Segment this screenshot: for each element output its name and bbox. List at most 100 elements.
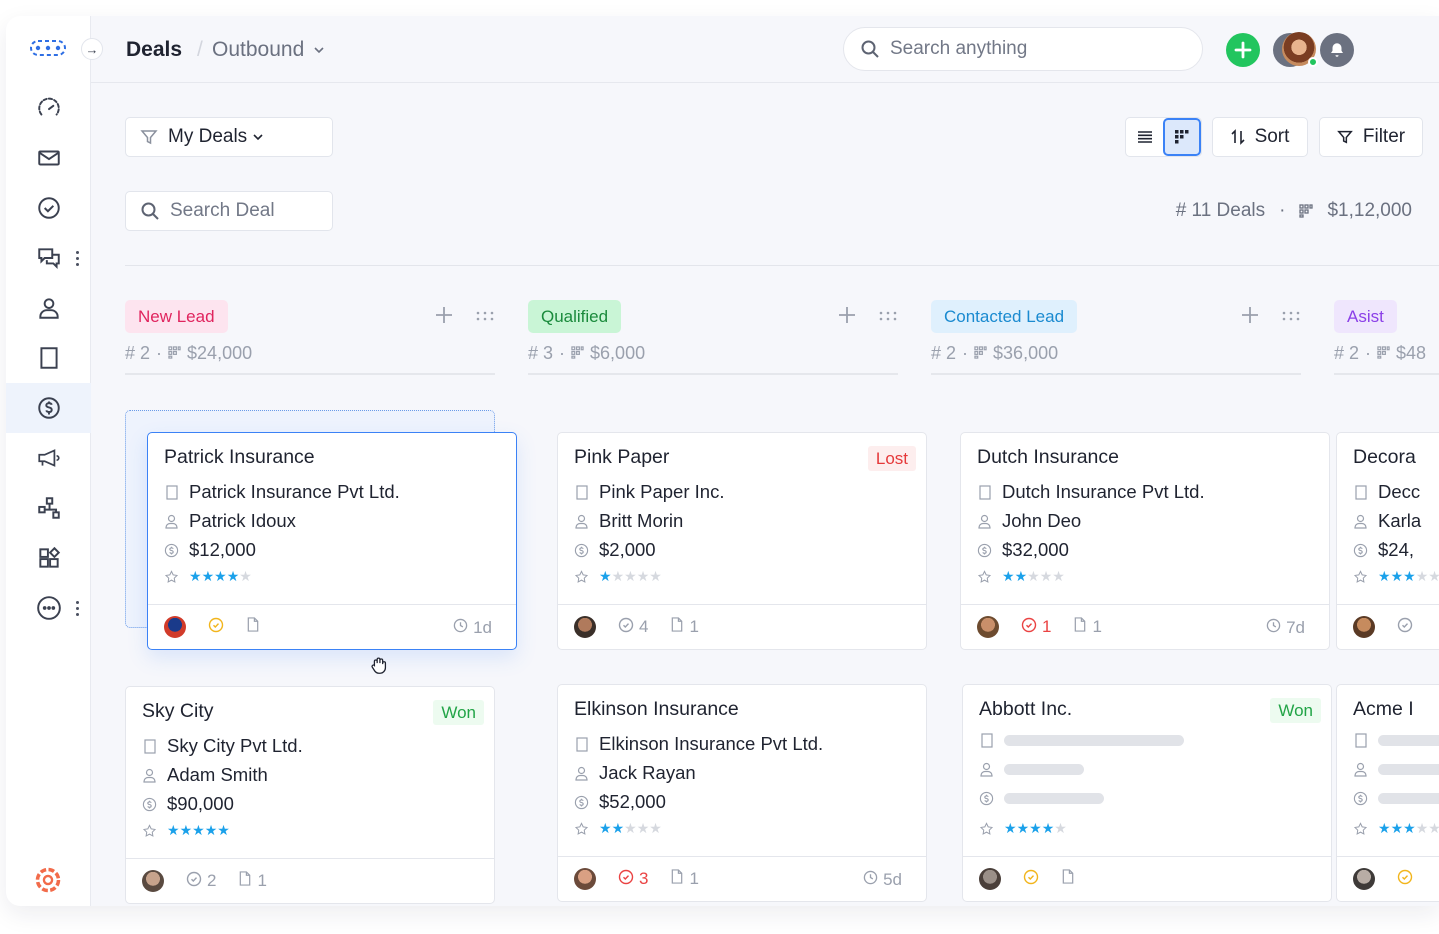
rating-star-icon[interactable]: ★	[189, 568, 202, 585]
owner-avatar[interactable]	[979, 868, 1001, 890]
rating-star-icon[interactable]: ★	[637, 820, 650, 837]
star-rating[interactable]: ★ ★ ★ ★ ★	[1004, 820, 1067, 837]
star-rating[interactable]: ★ ★ ★ ★ ★	[599, 820, 662, 837]
column-drag-handle[interactable]	[475, 309, 495, 327]
rating-star-icon[interactable]: ★	[1416, 568, 1429, 585]
add-button[interactable]	[1226, 33, 1260, 67]
tasks-indicator[interactable]: 1	[1021, 617, 1051, 638]
star-rating[interactable]: ★ ★ ★ ★ ★	[189, 568, 252, 585]
tasks-indicator[interactable]	[1397, 617, 1413, 638]
star-rating[interactable]: ★ ★ ★ ★ ★	[1378, 820, 1439, 837]
add-deal-button[interactable]	[1241, 306, 1259, 329]
rating-star-icon[interactable]: ★	[180, 822, 193, 839]
owner-avatar[interactable]	[574, 868, 596, 890]
collapse-sidebar-button[interactable]: →	[81, 38, 103, 60]
rating-star-icon[interactable]: ★	[599, 568, 612, 585]
search-deal-input[interactable]	[170, 200, 320, 222]
notifications-button[interactable]	[1320, 33, 1354, 67]
add-deal-button[interactable]	[838, 306, 856, 329]
files-indicator[interactable]: 1	[670, 869, 699, 889]
rating-star-icon[interactable]: ★	[624, 820, 637, 837]
stage-tag[interactable]: New Lead	[125, 300, 228, 333]
owner-avatar[interactable]	[574, 616, 596, 638]
sidebar-item-apps[interactable]	[6, 533, 91, 583]
rating-star-icon[interactable]: ★	[167, 822, 180, 839]
files-indicator[interactable]	[1061, 869, 1075, 889]
sidebar-item-campaigns[interactable]	[6, 433, 91, 483]
deal-card[interactable]: Sky City Won Sky City Pvt Ltd. Adam Smith $9…	[125, 686, 495, 904]
rating-star-icon[interactable]: ★	[1416, 820, 1429, 837]
files-indicator[interactable]: 1	[1073, 617, 1102, 637]
rating-star-icon[interactable]: ★	[1391, 820, 1404, 837]
rating-star-icon[interactable]: ★	[1029, 820, 1042, 837]
deal-title[interactable]: Abbott Inc.	[979, 698, 1072, 721]
star-rating[interactable]: ★ ★ ★ ★ ★	[167, 822, 230, 839]
files-indicator[interactable]	[246, 617, 260, 637]
rating-star-icon[interactable]: ★	[205, 822, 218, 839]
rating-star-icon[interactable]: ★	[1054, 820, 1067, 837]
help-lifebuoy-icon[interactable]	[34, 866, 62, 894]
conversations-more-icon[interactable]	[72, 248, 82, 268]
rating-star-icon[interactable]: ★	[1040, 568, 1053, 585]
sidebar-item-mail[interactable]	[6, 133, 91, 183]
list-view-button[interactable]	[1126, 118, 1163, 156]
rating-star-icon[interactable]: ★	[1002, 568, 1015, 585]
global-search[interactable]	[843, 27, 1203, 71]
kanban-view-button[interactable]	[1163, 118, 1201, 156]
rating-star-icon[interactable]: ★	[1027, 568, 1040, 585]
sort-button[interactable]: Sort	[1212, 117, 1308, 157]
deal-title[interactable]: Decora	[1353, 446, 1416, 469]
files-indicator[interactable]: 1	[670, 617, 699, 637]
rating-star-icon[interactable]: ★	[239, 568, 252, 585]
rating-star-icon[interactable]: ★	[227, 568, 240, 585]
search-deal-field[interactable]	[125, 191, 333, 231]
sidebar-item-deals[interactable]	[6, 383, 91, 433]
star-rating[interactable]: ★ ★ ★ ★ ★	[1378, 568, 1439, 585]
sidebar-item-contacts[interactable]	[6, 283, 91, 333]
owner-avatar[interactable]	[1353, 868, 1375, 890]
deal-card[interactable]: Elkinson Insurance Elkinson Insurance Pvt…	[557, 684, 927, 902]
sidebar-item-accounts[interactable]	[6, 333, 91, 383]
deal-card[interactable]: Pink Paper Lost Pink Paper Inc. Britt Morin…	[557, 432, 927, 650]
sidebar-item-dashboard[interactable]	[6, 83, 91, 133]
owner-avatar[interactable]	[142, 870, 164, 892]
rating-star-icon[interactable]: ★	[612, 820, 625, 837]
column-drag-handle[interactable]	[1281, 309, 1301, 327]
global-search-input[interactable]	[890, 38, 1170, 60]
rating-star-icon[interactable]: ★	[612, 568, 625, 585]
rating-star-icon[interactable]: ★	[214, 568, 227, 585]
rating-star-icon[interactable]: ★	[202, 568, 215, 585]
rating-star-icon[interactable]: ★	[192, 822, 205, 839]
tasks-indicator[interactable]: 3	[618, 869, 648, 890]
app-logo-icon[interactable]	[30, 40, 66, 56]
rating-star-icon[interactable]: ★	[1428, 820, 1439, 837]
sidebar-item-tasks[interactable]	[6, 183, 91, 233]
owner-avatar[interactable]	[977, 616, 999, 638]
tasks-indicator[interactable]: 2	[186, 871, 216, 892]
stage-tag[interactable]: Contacted Lead	[931, 300, 1078, 333]
deal-title[interactable]: Acme I	[1353, 698, 1414, 721]
deal-card[interactable]: Patrick Insurance Patrick Insurance Pvt L…	[147, 432, 517, 650]
rating-star-icon[interactable]: ★	[1017, 820, 1030, 837]
rating-star-icon[interactable]: ★	[1403, 820, 1416, 837]
deal-card[interactable]: Abbott Inc. Won ★ ★ ★ ★ ★	[962, 684, 1332, 902]
rating-star-icon[interactable]: ★	[599, 820, 612, 837]
deal-title[interactable]: Patrick Insurance	[164, 446, 315, 469]
rating-star-icon[interactable]: ★	[1378, 820, 1391, 837]
rating-star-icon[interactable]: ★	[217, 822, 230, 839]
rating-star-icon[interactable]: ★	[649, 820, 662, 837]
tasks-indicator[interactable]	[1397, 869, 1413, 890]
pipeline-selector[interactable]: Outbound	[212, 38, 326, 62]
view-filter-dropdown[interactable]: My Deals	[125, 117, 333, 157]
rating-star-icon[interactable]: ★	[1378, 568, 1391, 585]
rating-star-icon[interactable]: ★	[1004, 820, 1017, 837]
stage-tag[interactable]: Asist	[1334, 300, 1397, 333]
owner-avatar[interactable]	[1353, 616, 1375, 638]
rating-star-icon[interactable]: ★	[649, 568, 662, 585]
rating-star-icon[interactable]: ★	[1391, 568, 1404, 585]
star-rating[interactable]: ★ ★ ★ ★ ★	[599, 568, 662, 585]
rating-star-icon[interactable]: ★	[1428, 568, 1439, 585]
sidebar-item-workflows[interactable]	[6, 483, 91, 533]
deal-title[interactable]: Sky City	[142, 700, 214, 723]
add-deal-button[interactable]	[435, 306, 453, 329]
